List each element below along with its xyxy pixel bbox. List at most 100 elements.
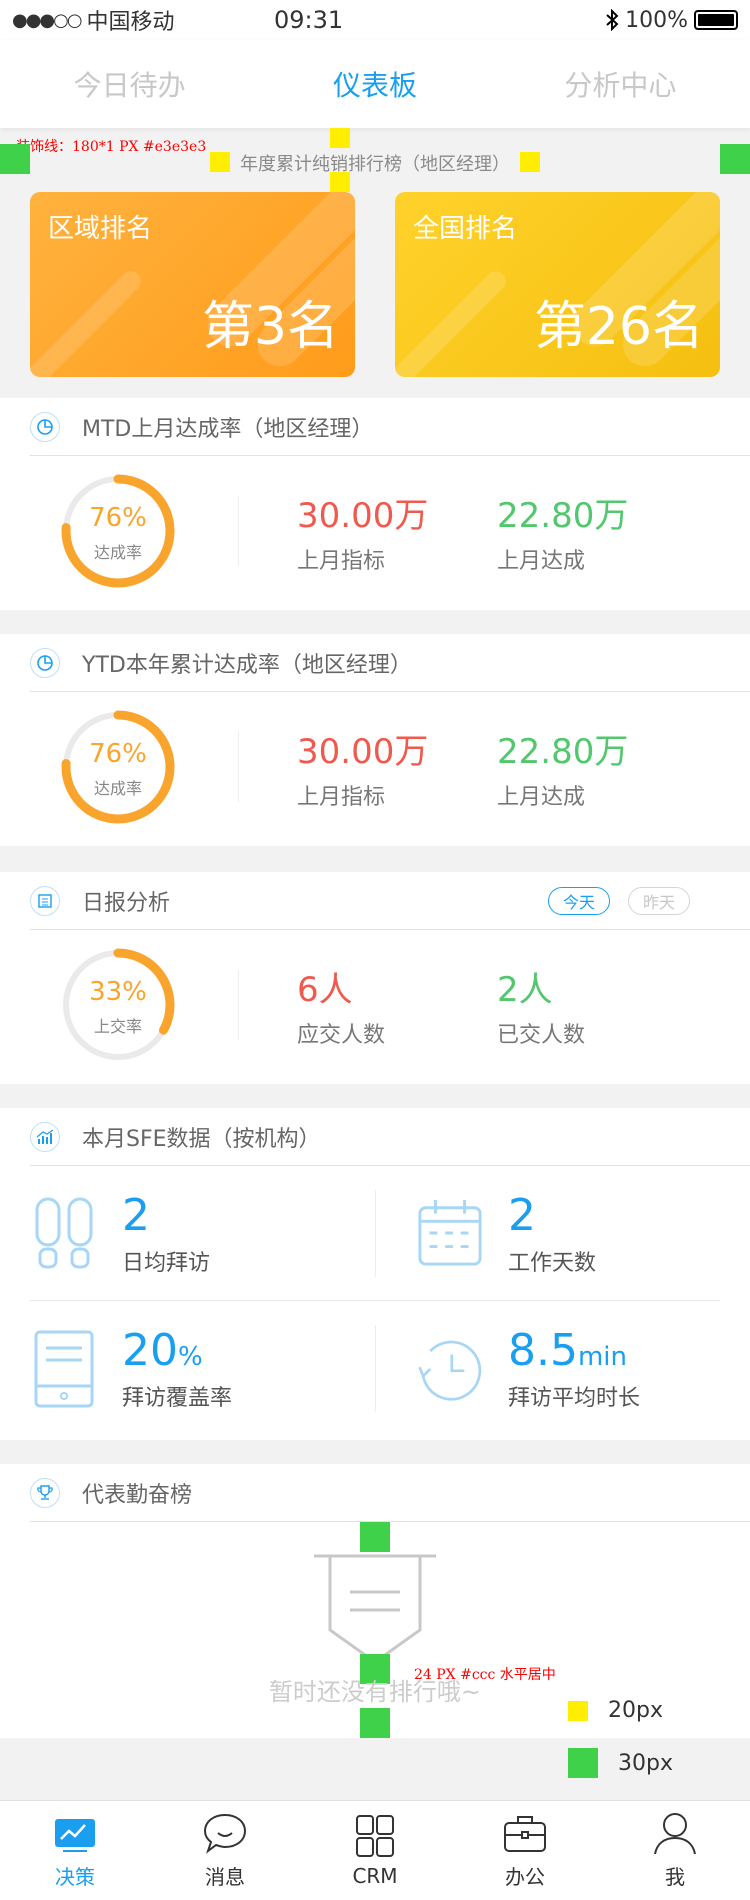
user-icon bbox=[654, 1813, 696, 1855]
document-tablet-icon bbox=[30, 1330, 98, 1407]
briefcase-icon bbox=[504, 1816, 546, 1852]
growth-chart-icon bbox=[30, 1121, 60, 1152]
avg-duration-label: 拜访平均时长 bbox=[508, 1386, 641, 1411]
nav-messages-label: 消息 bbox=[205, 1865, 245, 1889]
sfe-working-days: 2 工作天数 bbox=[375, 1189, 720, 1277]
mtd-rate-percent: 76% bbox=[89, 503, 147, 533]
spacing-marker bbox=[330, 128, 350, 148]
mtd-target-value: 30.00万 bbox=[297, 495, 429, 536]
due-count-label: 应交人数 bbox=[297, 1022, 386, 1048]
nav-messages[interactable]: 消息 bbox=[150, 1801, 300, 1900]
battery-icon bbox=[694, 10, 738, 30]
daily-visits-value: 2 bbox=[122, 1189, 150, 1241]
ranking-title: 年度累计纯销排行榜（地区经理） bbox=[240, 154, 510, 175]
sfe-coverage-rate: 20% 拜访覆盖率 bbox=[30, 1325, 375, 1412]
card-decoration bbox=[30, 267, 145, 377]
regional-rank-card[interactable]: 区域排名 第3名 bbox=[30, 192, 355, 377]
ytd-rate-label: 达成率 bbox=[93, 779, 142, 798]
sfe-title: 本月SFE数据（按机构） bbox=[82, 1126, 321, 1152]
working-days-label: 工作天数 bbox=[508, 1250, 597, 1276]
calendar-icon bbox=[416, 1195, 484, 1271]
top-tab-bar: 今日待办 仪表板 分析中心 bbox=[0, 40, 750, 128]
coverage-rate-unit: % bbox=[178, 1342, 203, 1372]
today-toggle[interactable]: 今天 bbox=[547, 886, 610, 915]
national-rank-card[interactable]: 全国排名 第26名 bbox=[395, 192, 720, 377]
mtd-title: MTD上月达成率（地区经理） bbox=[82, 416, 374, 442]
legend-green-swatch bbox=[568, 1748, 598, 1778]
daily-report-section: 日报分析 今天 昨天 33% 上交率 6人 应交人数 2人 已交人数 bbox=[0, 872, 750, 1084]
coverage-rate-value: 20 bbox=[122, 1325, 178, 1376]
submitted-count-value: 2人 bbox=[497, 969, 553, 1010]
yesterday-toggle[interactable]: 昨天 bbox=[627, 886, 690, 915]
mtd-achieved-value: 22.80万 bbox=[497, 495, 629, 536]
sfe-daily-visits: 2 日均拜访 bbox=[30, 1190, 375, 1277]
ytd-target-value: 30.00万 bbox=[297, 731, 429, 772]
nav-me-label: 我 bbox=[665, 1865, 685, 1889]
national-rank-label: 全国排名 bbox=[413, 214, 518, 244]
sfe-section: 本月SFE数据（按机构） 2 日均拜访 2 工作天数 20% 拜访覆盖率 8.5… bbox=[0, 1108, 750, 1440]
mtd-rate-ring: 76% 达成率 bbox=[58, 471, 178, 591]
dashboard-icon bbox=[55, 1819, 95, 1852]
regional-rank-value: 第3名 bbox=[201, 297, 339, 357]
nav-crm[interactable]: CRM bbox=[300, 1801, 450, 1900]
ytd-title: YTD本年累计达成率（地区经理） bbox=[82, 652, 412, 678]
trophy-icon bbox=[30, 1477, 60, 1508]
mtd-achieved-label: 上月达成 bbox=[497, 548, 586, 574]
legend-yellow: 20px bbox=[568, 1698, 663, 1723]
submission-rate-ring: 33% 上交率 bbox=[58, 945, 178, 1065]
bluetooth-icon bbox=[606, 9, 619, 31]
divider bbox=[238, 732, 239, 802]
spacing-marker bbox=[360, 1708, 390, 1738]
clock: 09:31 bbox=[273, 6, 344, 34]
chat-bubble-icon bbox=[203, 1813, 247, 1854]
calendar-icon bbox=[30, 885, 60, 916]
sfe-avg-duration: 8.5min 拜访平均时长 bbox=[375, 1325, 720, 1412]
regional-rank-label: 区域排名 bbox=[48, 214, 153, 244]
ytd-rate-ring: 76% 达成率 bbox=[58, 707, 178, 827]
ytd-target-label: 上月指标 bbox=[297, 784, 386, 810]
legend-green-label: 30px bbox=[618, 1750, 673, 1776]
tab-analysis-center[interactable]: 分析中心 bbox=[564, 64, 676, 104]
tab-today-todo[interactable]: 今日待办 bbox=[74, 64, 186, 104]
mtd-rate-label: 达成率 bbox=[93, 543, 142, 562]
card-decoration bbox=[395, 267, 510, 377]
national-rank-value: 第26名 bbox=[533, 297, 704, 357]
nav-crm-label: CRM bbox=[352, 1863, 398, 1888]
ytd-achieved-label: 上月达成 bbox=[497, 784, 586, 810]
divider bbox=[238, 496, 239, 566]
legend-yellow-swatch bbox=[568, 1700, 588, 1721]
working-days-value: 2 bbox=[508, 1189, 536, 1241]
nav-office[interactable]: 办公 bbox=[450, 1801, 600, 1900]
divider bbox=[238, 970, 239, 1040]
clock-icon bbox=[416, 1331, 484, 1407]
battery-percent: 100% bbox=[625, 7, 688, 33]
nav-decision[interactable]: 决策 bbox=[0, 1801, 150, 1900]
daily-title: 日报分析 bbox=[82, 890, 171, 916]
due-count-value: 6人 bbox=[297, 969, 353, 1010]
avg-duration-unit: min bbox=[577, 1342, 628, 1372]
footprints-icon bbox=[30, 1195, 98, 1271]
grid-icon bbox=[356, 1814, 394, 1857]
submission-rate-percent: 33% bbox=[89, 977, 147, 1007]
nav-decision-label: 决策 bbox=[55, 1865, 95, 1889]
nav-office-label: 办公 bbox=[505, 1865, 545, 1889]
submission-rate-label: 上交率 bbox=[93, 1017, 142, 1036]
ytd-section: YTD本年累计达成率（地区经理） 76% 达成率 30.00万 上月指标 22.… bbox=[0, 634, 750, 846]
pie-chart-icon bbox=[30, 411, 60, 442]
mtd-target-label: 上月指标 bbox=[297, 548, 386, 574]
ytd-achieved-value: 22.80万 bbox=[497, 731, 629, 772]
legend-yellow-label: 20px bbox=[608, 1698, 663, 1723]
status-bar: ●●●○○ 中国移动 09:31 100% bbox=[0, 0, 750, 40]
leaderboard-title: 代表勤奋榜 bbox=[82, 1482, 193, 1508]
mtd-section: MTD上月达成率（地区经理） 76% 达成率 30.00万 上月指标 22.80… bbox=[0, 398, 750, 610]
nav-me[interactable]: 我 bbox=[600, 1801, 750, 1900]
coverage-rate-label: 拜访覆盖率 bbox=[122, 1386, 233, 1411]
avg-duration-value: 8.5 bbox=[508, 1325, 578, 1376]
ytd-rate-percent: 76% bbox=[89, 739, 147, 769]
legend-green: 30px bbox=[568, 1748, 673, 1778]
spacing-marker bbox=[360, 1522, 390, 1552]
bottom-nav-bar: 决策 消息 CRM 办公 我 bbox=[0, 1800, 750, 1900]
submitted-count-label: 已交人数 bbox=[497, 1022, 586, 1048]
tab-dashboard[interactable]: 仪表板 bbox=[333, 64, 417, 104]
pie-chart-icon bbox=[30, 647, 60, 678]
